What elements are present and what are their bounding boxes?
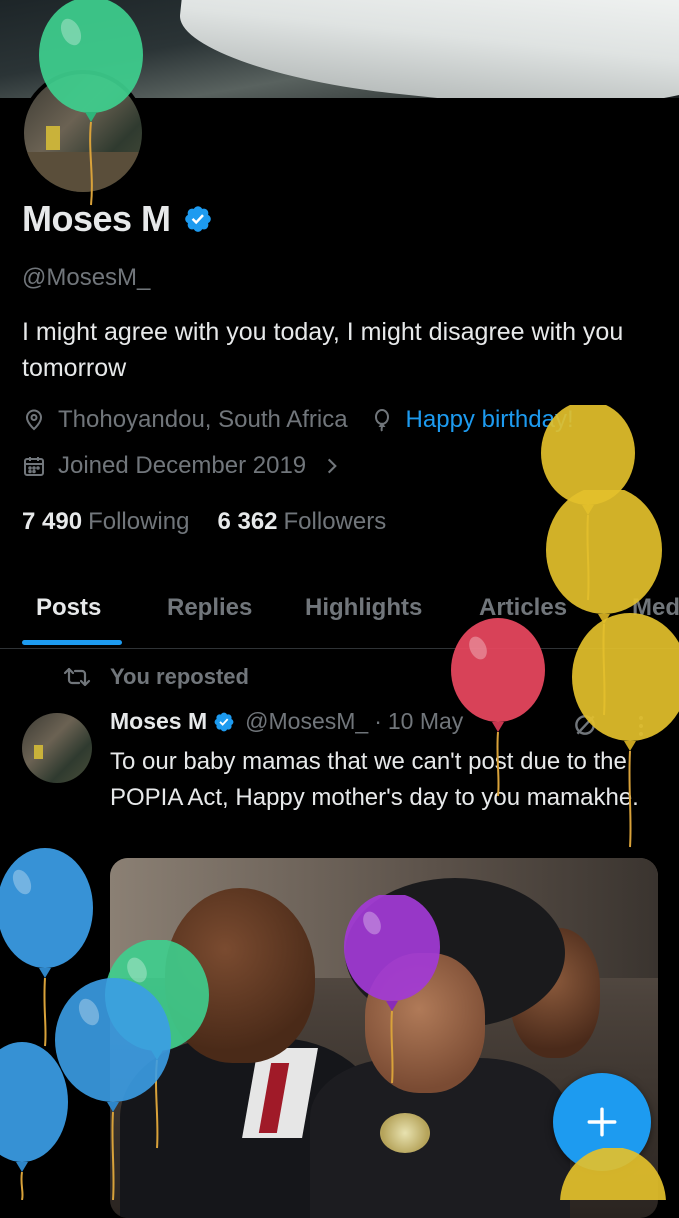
tab-highlights[interactable]: Highlights — [305, 594, 422, 622]
post-date[interactable]: 10 May — [388, 708, 463, 735]
profile-handle: @MosesM_ — [22, 264, 151, 291]
more-icon[interactable] — [632, 714, 650, 738]
compose-button[interactable] — [553, 1073, 651, 1171]
following-link[interactable]: 7 490 Following — [22, 508, 189, 536]
joined-text: Joined December 2019 — [58, 452, 307, 479]
active-tab-indicator — [22, 640, 122, 645]
profile-stats: 7 490 Following 6 362 Followers — [22, 508, 386, 536]
repost-indicator: You reposted — [62, 664, 249, 690]
profile-name-row: Moses M — [22, 198, 213, 240]
verified-icon[interactable] — [183, 204, 213, 234]
tab-posts[interactable]: Posts — [36, 594, 101, 622]
tab-replies[interactable]: Replies — [167, 594, 252, 622]
balloon-decoration — [0, 1042, 68, 1200]
birthday-link[interactable]: Happy birthday! — [406, 406, 574, 434]
post-author-name[interactable]: Moses M — [110, 708, 207, 735]
location-text: Thohoyandou, South Africa — [58, 406, 348, 433]
profile-bio: I might agree with you today, I might di… — [22, 318, 624, 382]
balloon-decoration — [541, 405, 635, 601]
plus-icon — [587, 1107, 617, 1137]
chevron-right-icon — [328, 458, 337, 474]
profile-meta-joined[interactable]: Joined December 2019 — [22, 452, 342, 480]
calendar-icon — [24, 457, 44, 476]
location-icon — [25, 409, 43, 431]
balloon-icon — [374, 409, 389, 432]
display-name: Moses M — [22, 198, 171, 239]
balloon-decoration — [0, 848, 93, 1047]
post-header: Moses M @MosesM_ · 10 May — [110, 708, 463, 735]
profile-avatar[interactable] — [20, 70, 146, 196]
tab-media[interactable]: Media — [632, 594, 679, 622]
post-separator: · — [374, 708, 382, 734]
verified-icon[interactable] — [213, 711, 235, 733]
followers-link[interactable]: 6 362 Followers — [217, 508, 386, 536]
profile-meta-location: Thohoyandou, South Africa Happy birthday… — [22, 406, 574, 434]
repost-icon — [63, 667, 91, 687]
post-text: To our baby mamas that we can't post due… — [110, 748, 639, 811]
tab-articles[interactable]: Articles — [479, 594, 567, 622]
repost-label: You reposted — [110, 664, 249, 689]
grok-icon[interactable] — [572, 712, 598, 738]
post-author-avatar[interactable] — [22, 713, 92, 783]
post-author-handle[interactable]: @MosesM_ — [245, 708, 368, 735]
